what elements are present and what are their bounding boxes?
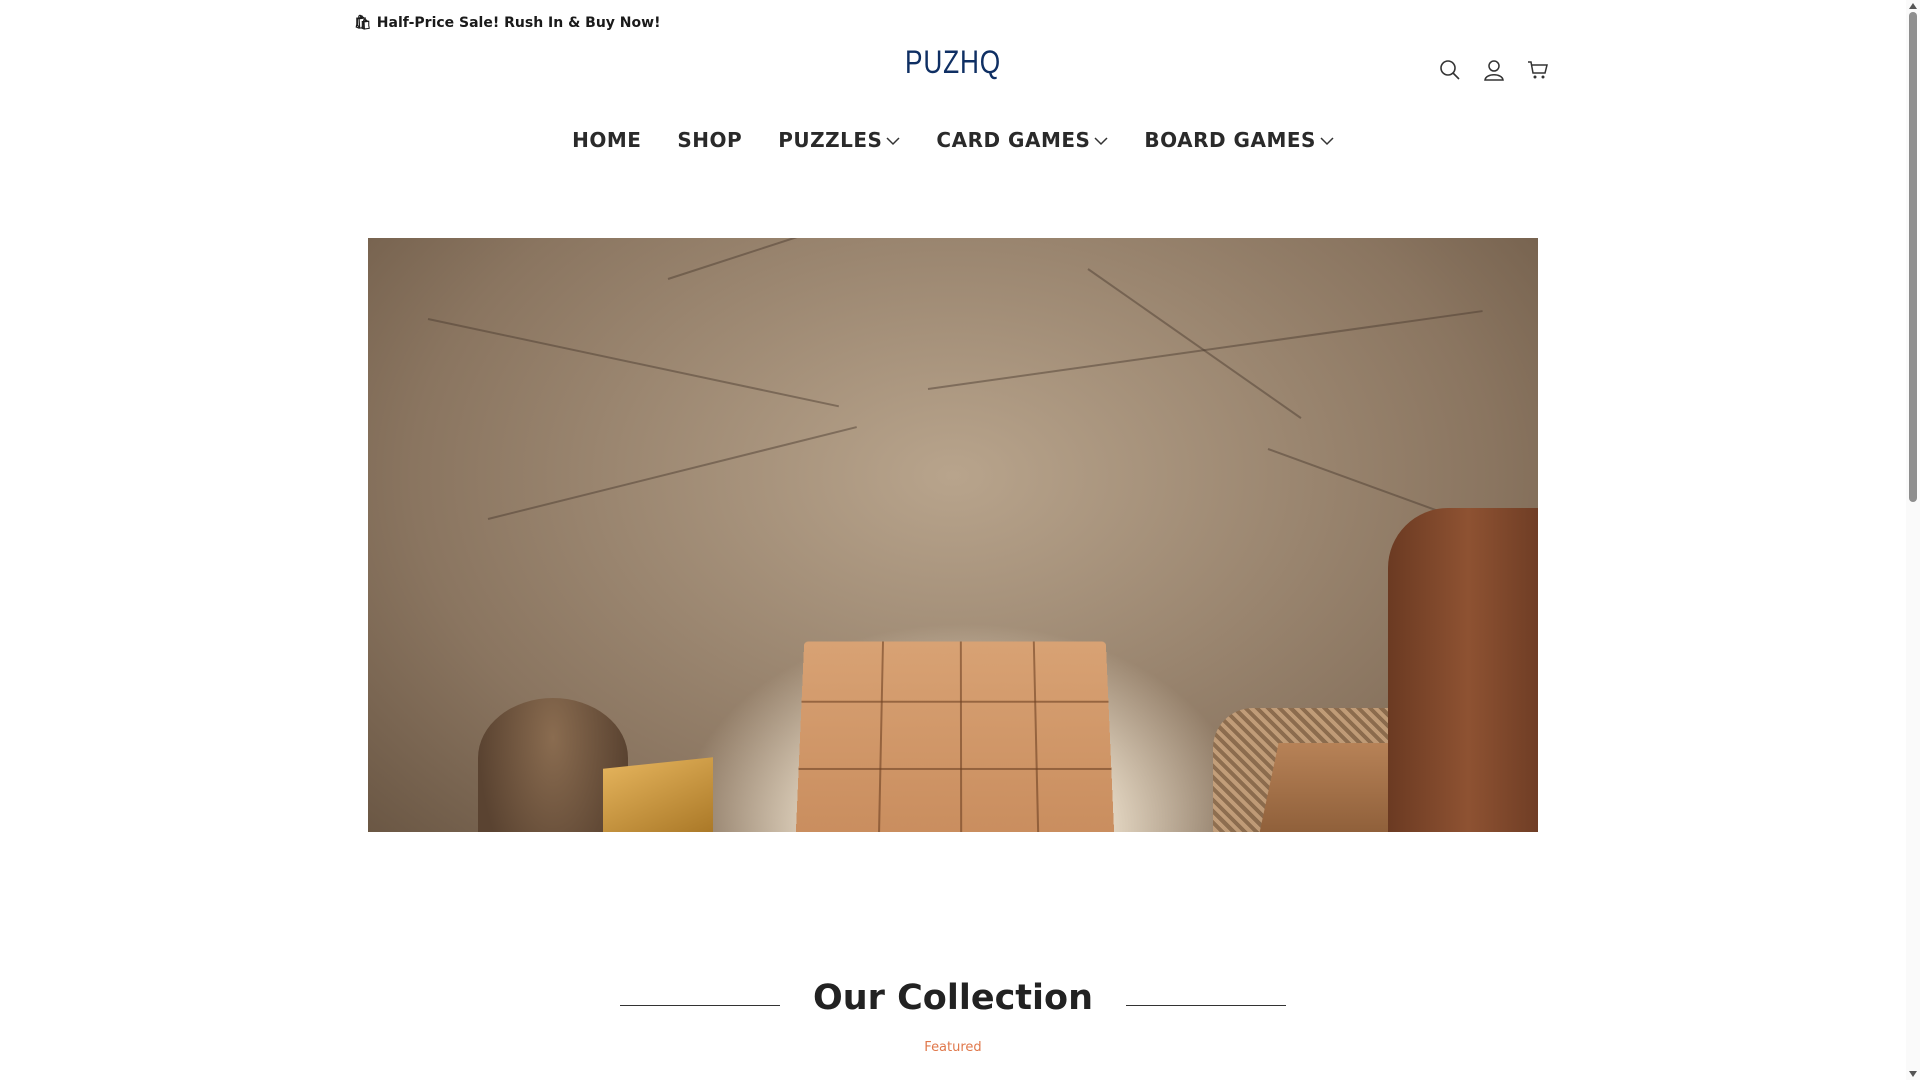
chevron-down-icon	[886, 137, 900, 146]
main-nav: HOME SHOP PUZZLES CARD GAMES BOARD GAMES	[0, 128, 1906, 152]
nav-label: PUZZLES	[778, 128, 883, 152]
puzzle-pieces	[795, 641, 1115, 832]
chevron-down-icon	[1094, 137, 1108, 146]
hero-banner-image[interactable]	[368, 238, 1538, 832]
nav-item-card-games[interactable]: CARD GAMES	[936, 128, 1108, 152]
gold-block	[603, 757, 713, 832]
nav-label: SHOP	[677, 128, 743, 152]
nav-label: HOME	[572, 128, 642, 152]
scrollbar-thumb[interactable]	[1909, 12, 1917, 502]
coffee-mug	[1388, 508, 1538, 832]
scroll-up-icon[interactable]	[1909, 3, 1917, 9]
account-icon[interactable]	[1480, 56, 1508, 84]
announcement-text: Half-Price Sale! Rush In & Buy Now!	[376, 15, 661, 31]
cart-icon[interactable]	[1524, 56, 1552, 84]
nav-item-board-games[interactable]: BOARD GAMES	[1144, 128, 1334, 152]
page-scrollbar[interactable]	[1906, 0, 1920, 1080]
chevron-down-icon	[1320, 137, 1334, 146]
nav-label: BOARD GAMES	[1144, 128, 1316, 152]
header-icons	[1436, 56, 1552, 84]
nav-label: CARD GAMES	[936, 128, 1091, 152]
title-divider-right	[1126, 1005, 1286, 1006]
scroll-down-icon[interactable]	[1909, 1071, 1917, 1077]
nav-item-home[interactable]: HOME	[572, 128, 641, 152]
shopping-bag-icon: 🛍	[354, 15, 372, 31]
announcement-bar: 🛍 Half-Price Sale! Rush In & Buy Now!	[354, 15, 660, 31]
nav-item-shop[interactable]: SHOP	[677, 128, 742, 152]
section-title: Our Collection	[812, 978, 1094, 1018]
search-icon[interactable]	[1436, 56, 1464, 84]
nav-item-puzzles[interactable]: PUZZLES	[778, 128, 900, 152]
section-subtitle: Featured	[924, 1040, 982, 1055]
